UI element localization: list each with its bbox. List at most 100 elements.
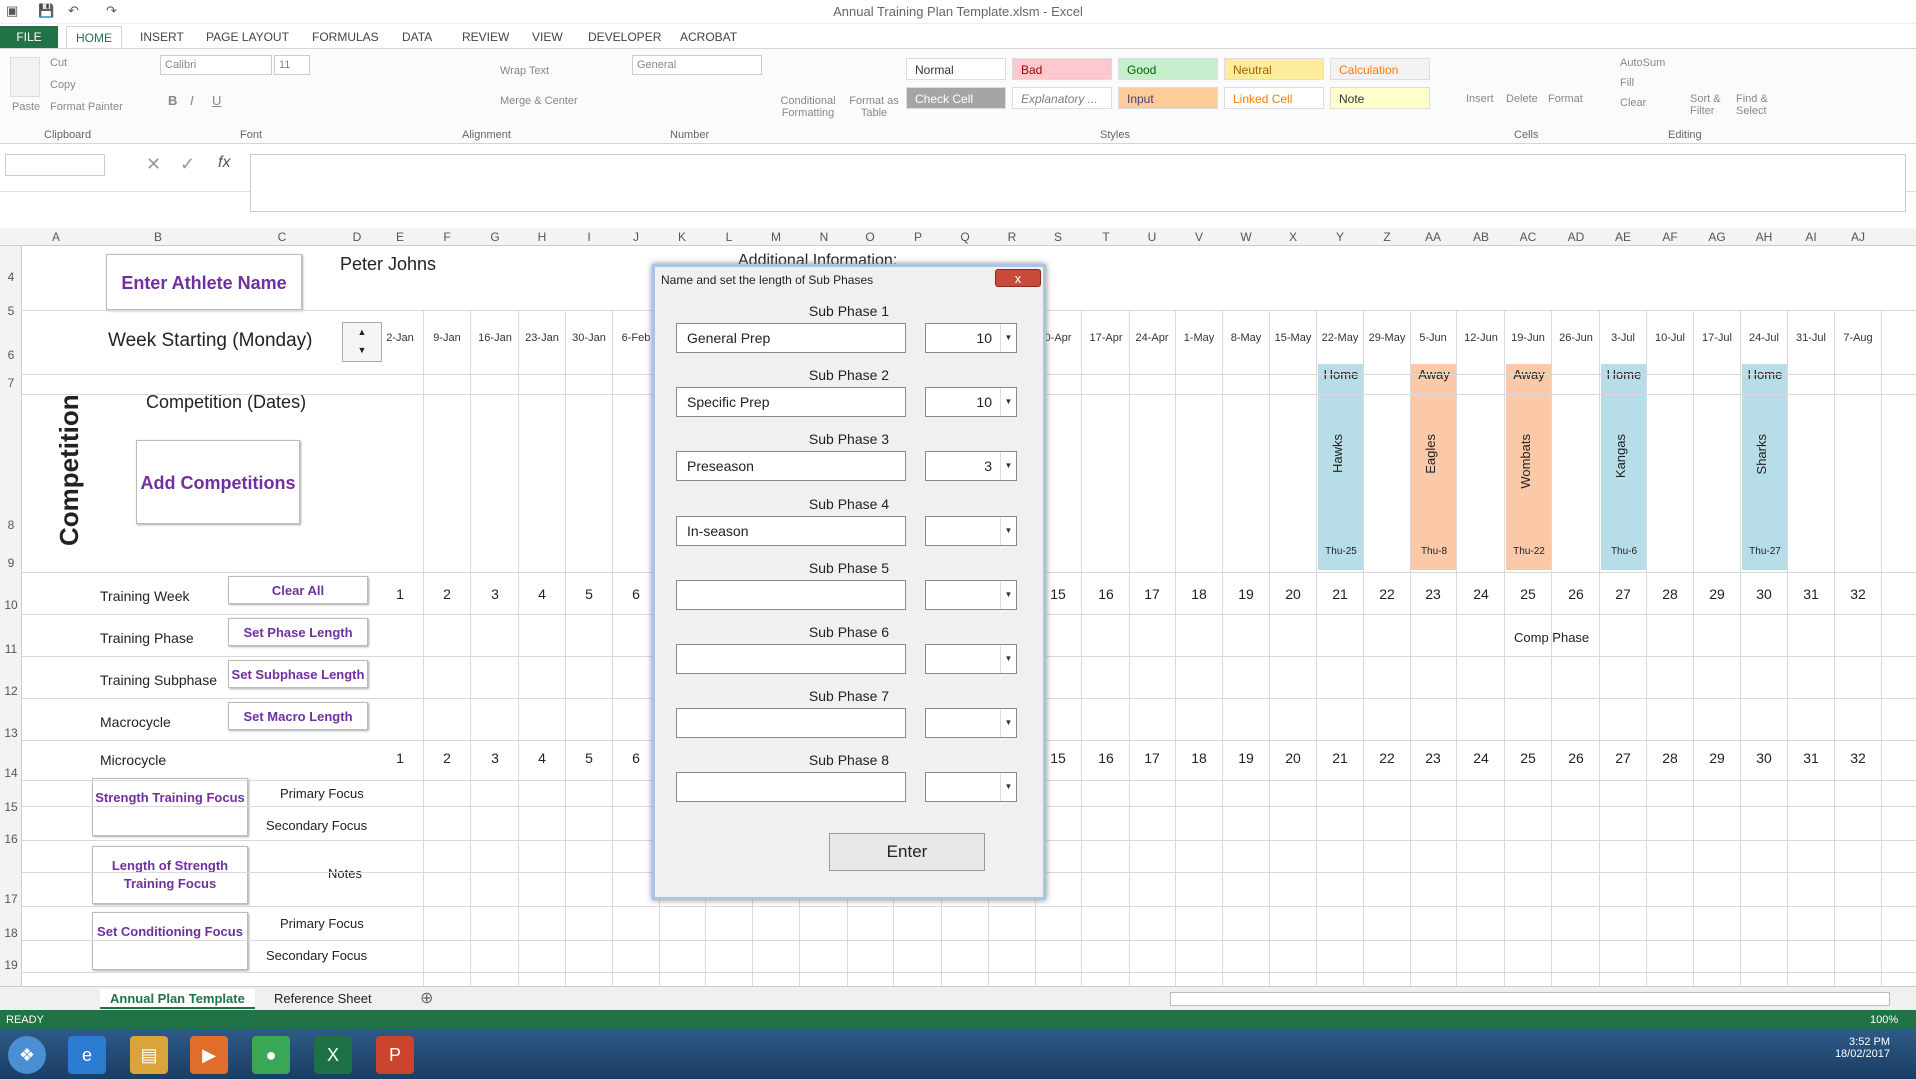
row-header-18[interactable]: 18 xyxy=(0,926,22,940)
cancel-icon[interactable]: ✕ xyxy=(146,154,161,175)
column-header-b[interactable]: B xyxy=(138,230,178,244)
tab-data[interactable]: DATA xyxy=(402,26,432,48)
merge-center-button[interactable]: Merge & Center xyxy=(500,95,578,107)
number-format-select[interactable]: General xyxy=(632,55,762,75)
column-header-t[interactable]: T xyxy=(1086,230,1126,244)
start-icon[interactable]: ❖ xyxy=(8,1036,46,1074)
insert-function-icon[interactable]: fx xyxy=(218,154,230,172)
zoom-level[interactable]: 100% xyxy=(1870,1014,1898,1026)
tab-view[interactable]: VIEW xyxy=(532,26,563,48)
confirm-icon[interactable]: ✓ xyxy=(180,154,195,175)
set-conditioning-focus-button[interactable]: Set Conditioning Focus xyxy=(92,912,248,970)
sub-phase-length-select[interactable]: 10 ▼ xyxy=(925,323,1017,353)
column-header-j[interactable]: J xyxy=(616,230,656,244)
column-header-i[interactable]: I xyxy=(569,230,609,244)
chevron-down-icon[interactable]: ▼ xyxy=(1000,709,1016,738)
column-header-x[interactable]: X xyxy=(1273,230,1313,244)
sort-filter-button[interactable]: Sort & Filter xyxy=(1690,93,1730,117)
tab-formulas[interactable]: FORMULAS xyxy=(312,26,379,48)
wrap-text-button[interactable]: Wrap Text xyxy=(500,65,549,77)
internet-explorer-icon[interactable]: e xyxy=(68,1036,106,1074)
chevron-down-icon[interactable]: ▼ xyxy=(1000,580,1016,609)
column-header-m[interactable]: M xyxy=(756,230,796,244)
row-header-19[interactable]: 19 xyxy=(0,958,22,972)
sub-phase-name-input[interactable]: Preseason xyxy=(676,451,906,482)
style-neutral[interactable]: Neutral xyxy=(1224,58,1324,80)
strength-training-focus-button[interactable]: Strength Training Focus xyxy=(92,778,248,836)
column-header-y[interactable]: Y xyxy=(1320,230,1360,244)
set-subphase-length-button[interactable]: Set Subphase Length xyxy=(228,660,368,688)
add-sheet-icon[interactable]: ⊕ xyxy=(410,989,443,1009)
conditional-formatting-button[interactable]: Conditional Formatting xyxy=(778,95,838,119)
tab-developer[interactable]: DEVELOPER xyxy=(588,26,661,48)
style-input[interactable]: Input xyxy=(1118,87,1218,109)
chevron-down-icon[interactable]: ▼ xyxy=(1000,388,1016,417)
row-header-14[interactable]: 14 xyxy=(0,766,22,780)
column-header-ab[interactable]: AB xyxy=(1461,230,1501,244)
sub-phase-name-input[interactable] xyxy=(676,772,906,803)
tab-file[interactable]: FILE xyxy=(0,26,58,48)
chrome-icon[interactable]: ● xyxy=(252,1036,290,1074)
fill-button[interactable]: Fill xyxy=(1620,77,1634,89)
set-phase-length-button[interactable]: Set Phase Length xyxy=(228,618,368,646)
row-header-15[interactable]: 15 xyxy=(0,800,22,814)
length-strength-focus-button[interactable]: Length of Strength Training Focus xyxy=(92,846,248,904)
style-bad[interactable]: Bad xyxy=(1012,58,1112,80)
sub-phase-name-input[interactable]: General Prep xyxy=(676,323,906,353)
style-note[interactable]: Note xyxy=(1330,87,1430,109)
delete-cells-button[interactable]: Delete xyxy=(1506,93,1538,105)
row-header-11[interactable]: 11 xyxy=(0,642,22,656)
italic-icon[interactable]: I xyxy=(190,93,194,108)
tab-insert[interactable]: INSERT xyxy=(140,26,184,48)
file-explorer-icon[interactable]: ▤ xyxy=(130,1036,168,1074)
row-header-10[interactable]: 10 xyxy=(0,598,22,612)
chevron-down-icon[interactable]: ▼ xyxy=(1000,773,1016,802)
column-header-z[interactable]: Z xyxy=(1367,230,1407,244)
column-header-ai[interactable]: AI xyxy=(1791,230,1831,244)
column-header-q[interactable]: Q xyxy=(945,230,985,244)
sub-phase-length-select[interactable]: ▼ xyxy=(925,708,1017,739)
column-header-aj[interactable]: AJ xyxy=(1838,230,1878,244)
column-header-k[interactable]: K xyxy=(662,230,702,244)
column-header-aa[interactable]: AA xyxy=(1413,230,1453,244)
style-normal[interactable]: Normal xyxy=(906,58,1006,80)
column-header-ad[interactable]: AD xyxy=(1556,230,1596,244)
style-linked-cell[interactable]: Linked Cell xyxy=(1224,87,1324,109)
find-select-button[interactable]: Find & Select xyxy=(1736,93,1784,117)
style-good[interactable]: Good xyxy=(1118,58,1218,80)
column-header-h[interactable]: H xyxy=(522,230,562,244)
column-header-af[interactable]: AF xyxy=(1650,230,1690,244)
style-calculation[interactable]: Calculation xyxy=(1330,58,1430,80)
row-header-9[interactable]: 9 xyxy=(0,556,22,570)
column-header-w[interactable]: W xyxy=(1226,230,1266,244)
row-header-7[interactable]: 7 xyxy=(0,376,22,390)
column-header-v[interactable]: V xyxy=(1179,230,1219,244)
column-header-u[interactable]: U xyxy=(1132,230,1172,244)
tab-page-layout[interactable]: PAGE LAYOUT xyxy=(206,26,289,48)
column-header-ae[interactable]: AE xyxy=(1603,230,1643,244)
row-header-17[interactable]: 17 xyxy=(0,892,22,906)
copy-button[interactable]: Copy xyxy=(50,79,76,91)
column-header-p[interactable]: P xyxy=(898,230,938,244)
column-header-s[interactable]: S xyxy=(1038,230,1078,244)
sub-phase-length-select[interactable]: 3 ▼ xyxy=(925,451,1017,482)
row-header-16[interactable]: 16 xyxy=(0,832,22,846)
tab-acrobat[interactable]: ACROBAT xyxy=(680,26,737,48)
sheet-tab-annual-plan[interactable]: Annual Plan Template xyxy=(100,989,255,1009)
style-check-cell[interactable]: Check Cell xyxy=(906,87,1006,109)
sub-phase-name-input[interactable] xyxy=(676,644,906,674)
sub-phase-length-select[interactable]: ▼ xyxy=(925,515,1017,546)
font-size-select[interactable]: 11 xyxy=(274,55,310,75)
enter-button[interactable]: Enter xyxy=(829,833,985,871)
column-header-e[interactable]: E xyxy=(380,230,420,244)
paste-icon[interactable] xyxy=(10,57,40,97)
sub-phase-length-select[interactable]: 10 ▼ xyxy=(925,387,1017,418)
powerpoint-icon[interactable]: P xyxy=(376,1036,414,1074)
style-explanatory[interactable]: Explanatory ... xyxy=(1012,87,1112,109)
column-header-l[interactable]: L xyxy=(709,230,749,244)
column-header-g[interactable]: G xyxy=(475,230,515,244)
column-header-a[interactable]: A xyxy=(36,230,76,244)
chevron-down-icon[interactable]: ▼ xyxy=(1000,645,1016,673)
row-header-13[interactable]: 13 xyxy=(0,726,22,740)
sub-phase-name-input[interactable]: In-season xyxy=(676,515,906,546)
